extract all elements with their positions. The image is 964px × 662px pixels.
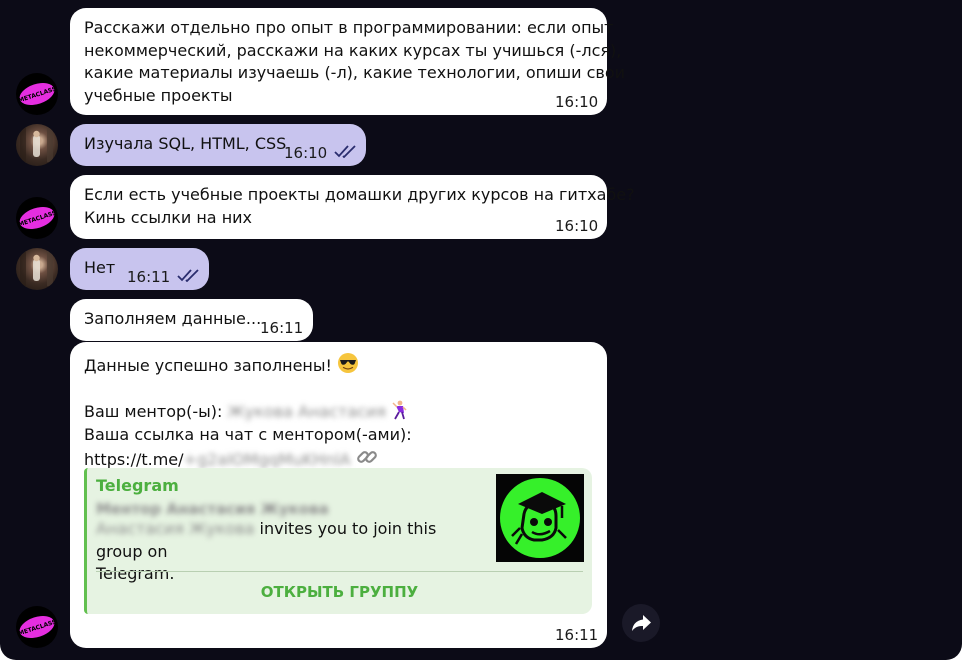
bot-avatar[interactable]: METACLASS <box>16 606 58 648</box>
mentor-label: Ваш ментор(-ы): <box>84 402 223 421</box>
message-text: Если есть учебные проекты домашки других… <box>84 185 635 227</box>
message-outgoing: Изучала SQL, HTML, CSS 16:10 <box>70 124 366 166</box>
message-time: 16:10 <box>284 144 328 162</box>
message-time: 16:10 <box>555 93 599 111</box>
message-outgoing: Нет 16:11 <box>70 248 209 290</box>
link-preview-desc-hidden: Анастасия Жукова <box>96 519 255 538</box>
link-preview-divider <box>96 571 583 572</box>
double-check-icon <box>177 269 199 282</box>
message-incoming: Заполняем данные... 16:11 <box>70 299 313 341</box>
user-avatar[interactable] <box>16 248 58 290</box>
bot-avatar[interactable]: METACLASS <box>16 197 58 239</box>
message-incoming: Если есть учебные проекты домашки других… <box>70 175 635 239</box>
link-preview-site: Telegram <box>96 476 179 495</box>
mentor-name-hidden: Жукова Анастасия <box>227 402 386 421</box>
message-time: 16:10 <box>555 217 599 235</box>
message-line: Данные успешно заполнены! <box>84 352 589 378</box>
bot-avatar[interactable]: METACLASS <box>16 73 58 115</box>
chat-link[interactable]: https://t.me/ <box>84 450 184 469</box>
metaclass-logo-icon: METACLASS <box>17 206 57 230</box>
message-time: 16:11 <box>260 319 304 337</box>
user-photo-icon <box>20 250 53 286</box>
chat-window: Расскажи отдельно про опыт в программиро… <box>0 0 962 660</box>
message-time: 16:11 <box>555 626 599 644</box>
message-line: Ваш ментор(-ы): Жукова Анастасия <box>84 400 589 424</box>
sunglasses-emoji-icon <box>338 353 359 373</box>
metaclass-logo-icon: METACLASS <box>17 615 57 639</box>
forward-arrow-icon <box>632 615 651 631</box>
link-preview[interactable]: Telegram Ментор Анастасия Жукова Анастас… <box>84 468 592 614</box>
chat-link-hidden[interactable]: +g2aIOMgqMuKHnlA <box>184 450 351 469</box>
message-incoming: Данные успешно заполнены! Ваш ментор(-ы)… <box>70 342 607 648</box>
message-time: 16:11 <box>127 268 171 286</box>
message-text: Заполняем данные... <box>84 309 262 328</box>
double-check-icon <box>334 145 356 158</box>
group-logo-icon <box>500 478 580 558</box>
message-incoming: Расскажи отдельно про опыт в программиро… <box>70 8 625 115</box>
metaclass-logo-icon: METACLASS <box>17 82 57 106</box>
message-text: Изучала SQL, HTML, CSS <box>84 134 287 153</box>
open-group-button[interactable]: ОТКРЫТЬ ГРУППУ <box>87 581 592 604</box>
user-photo-icon <box>20 126 53 162</box>
user-avatar[interactable] <box>16 124 58 166</box>
message-text: Данные успешно заполнены! <box>84 356 332 375</box>
message-text: Нет <box>84 258 116 277</box>
dancer-emoji-icon <box>392 400 407 420</box>
message-text: Расскажи отдельно про опыт в программиро… <box>84 18 626 105</box>
group-thumbnail <box>496 474 584 562</box>
link-emoji-icon <box>356 451 377 463</box>
message-line: Ваша ссылка на чат с ментором(-ами): <box>84 424 412 444</box>
forward-button[interactable] <box>622 604 660 642</box>
